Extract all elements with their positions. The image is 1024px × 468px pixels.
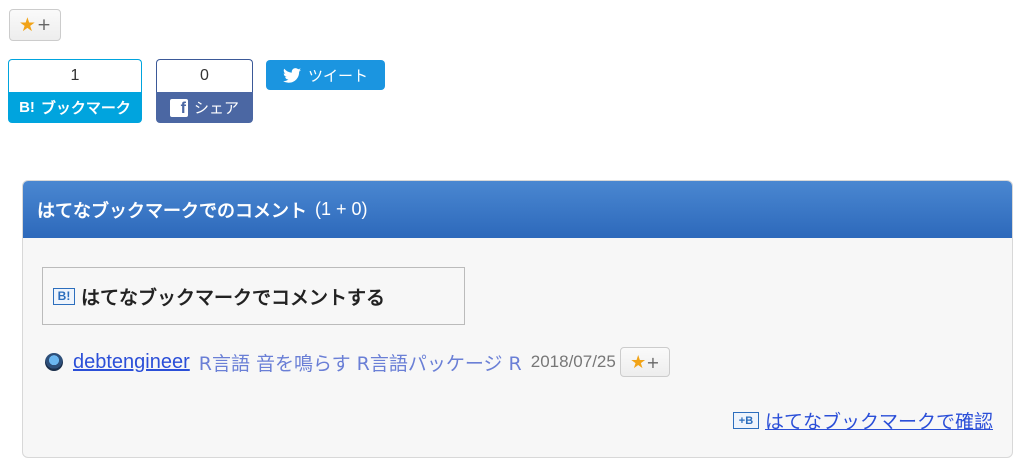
bookmark-date: 2018/07/25 xyxy=(530,352,616,371)
bookmark-add-star-button[interactable]: ★ + xyxy=(619,347,670,377)
plus-icon: + xyxy=(646,352,660,372)
hatena-bookmark-button[interactable]: B! ブックマーク xyxy=(8,92,142,123)
confirm-on-hatena-link[interactable]: +B はてなブックマークで確認 xyxy=(732,407,993,434)
hatena-bookmark-share[interactable]: 1 B! ブックマーク xyxy=(8,59,142,123)
hatena-comments-panel: はてなブックマークでのコメント (1 + 0) B! はてなブックマークでコメン… xyxy=(22,180,1013,458)
facebook-icon: f xyxy=(169,98,188,117)
tweet-label: ツイート xyxy=(307,66,368,85)
bookmark-user-link[interactable]: debtengineer xyxy=(73,351,190,374)
bookmark-entry: debtengineer R言語 音を鳴らす R言語パッケージ R 2018/0… xyxy=(45,345,670,379)
add-comment-label: はてなブックマークでコメントする xyxy=(81,286,386,309)
add-star-button[interactable]: ★ + xyxy=(9,9,61,41)
hatena-bookmark-icon: B! xyxy=(53,287,75,305)
user-avatar-icon xyxy=(45,353,63,371)
star-icon: ★ xyxy=(18,13,36,36)
hatena-bookmark-icon: +B xyxy=(732,412,759,429)
facebook-share-count: 0 xyxy=(156,59,253,92)
bookmark-tags[interactable]: R言語 音を鳴らす R言語パッケージ R xyxy=(199,349,522,376)
add-comment-button[interactable]: B! はてなブックマークでコメントする xyxy=(42,267,465,325)
star-icon: ★ xyxy=(630,351,647,373)
comments-count: (1 + 0) xyxy=(315,199,368,219)
comments-panel-header: はてなブックマークでのコメント (1 + 0) xyxy=(23,181,1012,238)
plus-icon: + xyxy=(36,14,52,35)
hatena-bookmark-icon: B! xyxy=(19,99,35,116)
facebook-share[interactable]: 0 f シェア xyxy=(156,59,253,123)
comments-panel-title: はてなブックマークでのコメント xyxy=(37,200,307,222)
facebook-share-button[interactable]: f シェア xyxy=(156,92,253,123)
twitter-bird-icon xyxy=(282,67,301,83)
hatena-bookmark-count[interactable]: 1 xyxy=(8,59,142,92)
hatena-bookmark-label: ブックマーク xyxy=(40,99,131,117)
confirm-on-hatena-label: はてなブックマークで確認 xyxy=(764,411,993,433)
facebook-share-label: シェア xyxy=(193,99,239,117)
tweet-button[interactable]: ツイート xyxy=(266,60,385,90)
